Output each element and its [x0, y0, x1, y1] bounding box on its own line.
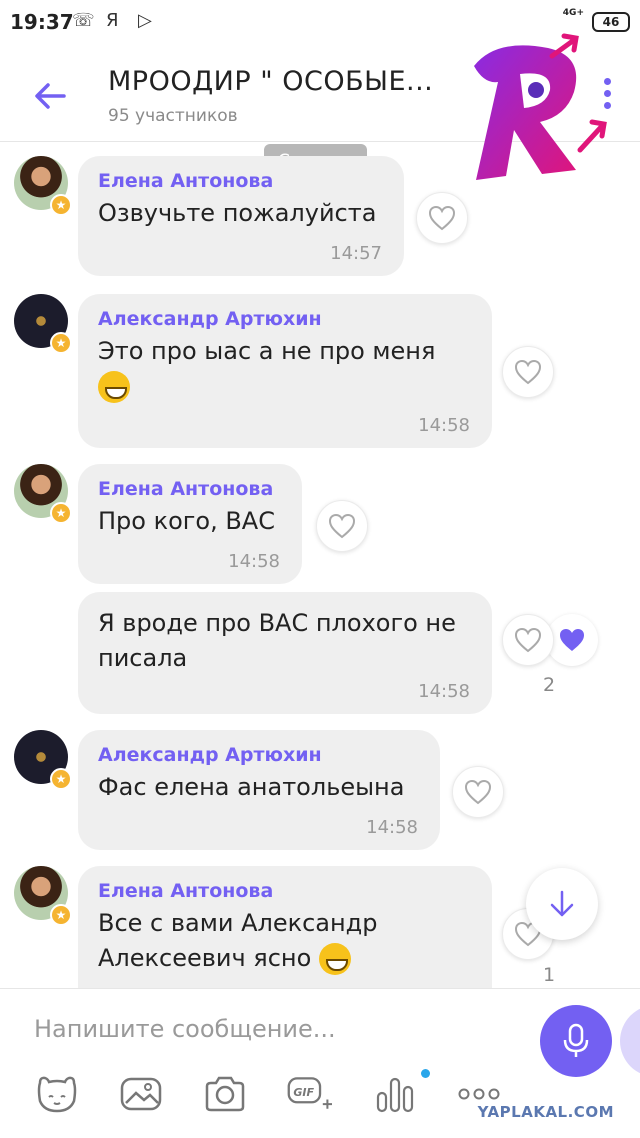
gallery-icon — [120, 1077, 162, 1111]
like-count: 2 — [543, 674, 556, 696]
network-indicator: 4G+ — [562, 8, 584, 18]
yandex-status-icon: Я — [106, 10, 119, 31]
star-icon: ★ — [50, 904, 72, 926]
avatar[interactable]: ★ — [14, 866, 72, 926]
sticker-button[interactable] — [34, 1073, 80, 1115]
avatar[interactable]: ★ — [14, 464, 72, 524]
smile-emoji-icon — [318, 943, 351, 975]
heart-icon — [328, 513, 356, 539]
svg-text:GIF: GIF — [293, 1086, 314, 1099]
message-time: 14:58 — [366, 817, 418, 838]
voice-message-button[interactable] — [540, 1005, 612, 1077]
like-button[interactable] — [316, 500, 368, 552]
back-button[interactable] — [30, 76, 70, 116]
message-text: Это про ыас а не про меня — [98, 337, 436, 365]
heart-icon — [514, 359, 542, 385]
message-time: 14:58 — [228, 551, 280, 572]
message-bubble[interactable]: Я вроде про ВАС плохого не писала 14:58 — [78, 592, 492, 714]
gif-button[interactable]: GIF — [286, 1073, 332, 1115]
message-bubble[interactable]: Александр Артюхин Фас елена анатольеына … — [78, 730, 440, 850]
heart-icon — [464, 779, 492, 805]
like-button[interactable] — [416, 192, 468, 244]
heart-icon — [428, 205, 456, 231]
message-sender[interactable]: Александр Артюхин — [98, 744, 420, 766]
scroll-down-button[interactable] — [526, 868, 598, 940]
like-count: 1 — [543, 964, 556, 986]
new-feature-badge — [421, 1069, 430, 1078]
avatar[interactable]: ★ — [14, 294, 72, 354]
camera-button[interactable] — [202, 1073, 248, 1115]
avatar[interactable]: ★ — [14, 156, 72, 216]
brand-logo — [474, 33, 607, 180]
message-bubble[interactable]: Александр Артюхин Это про ыас а не про м… — [78, 294, 492, 448]
like-button[interactable] — [452, 766, 504, 818]
battery-indicator: 46 — [592, 12, 630, 32]
message-sender[interactable]: Елена Антонова — [98, 880, 472, 902]
chat-title[interactable]: МРООДИР " ОСОБЫЕ... — [108, 66, 433, 97]
like-button[interactable] — [502, 614, 554, 666]
message-bubble[interactable]: Елена Антонова Озвучьте пожалуйста 14:57 — [78, 156, 404, 276]
message-composer: Напишите сообщение... GIF YAPLAKAL.COM — [0, 988, 640, 1138]
heart-filled-icon — [560, 629, 584, 651]
message-text: Все с вами Александр Алексеевич ясно — [98, 906, 398, 976]
message-text: Про кого, ВАС — [98, 507, 275, 535]
message-sender[interactable]: Елена Антонова — [98, 478, 282, 500]
watermark: YAPLAKAL.COM — [477, 1103, 614, 1121]
camera-icon — [205, 1076, 245, 1112]
gif-icon: GIF — [287, 1077, 332, 1109]
message-time: 14:58 — [418, 415, 470, 436]
message-time: 14:58 — [418, 681, 470, 702]
gallery-button[interactable] — [118, 1073, 164, 1115]
star-icon: ★ — [50, 768, 72, 790]
play-status-icon: ▷ — [138, 10, 152, 31]
message-time: 14:57 — [330, 243, 382, 264]
star-icon: ★ — [50, 502, 72, 524]
message-text: Озвучьте пожалуйста — [98, 199, 377, 227]
message-text: Фас елена анатольеына — [98, 773, 405, 801]
avatar[interactable]: ★ — [14, 730, 72, 790]
star-icon: ★ — [50, 332, 72, 354]
status-time: 19:37 — [10, 10, 74, 34]
message-bubble[interactable]: Елена Антонова Про кого, ВАС 14:58 — [78, 464, 302, 584]
grin-emoji-icon — [98, 371, 130, 403]
message-sender[interactable]: Александр Артюхин — [98, 308, 472, 330]
microphone-icon — [563, 1023, 589, 1057]
poll-icon — [376, 1077, 414, 1113]
like-button[interactable] — [502, 346, 554, 398]
scroll-down-icon — [550, 890, 574, 917]
star-icon: ★ — [50, 194, 72, 216]
message-bubble[interactable]: Елена Антонова Все с вами Александр Алек… — [78, 866, 492, 988]
participants-count: 95 участников — [108, 106, 238, 126]
expand-panel[interactable] — [620, 1005, 640, 1077]
viber-status-icon: ☏ — [72, 10, 95, 31]
message-sender[interactable]: Елена Антонова — [98, 170, 384, 192]
back-arrow-icon — [35, 83, 66, 109]
message-text: Я вроде про ВАС плохого не писала — [98, 609, 456, 672]
poll-button[interactable] — [372, 1073, 418, 1115]
sticker-icon — [37, 1076, 77, 1113]
message-input[interactable]: Напишите сообщение... — [34, 1015, 336, 1043]
heart-icon — [514, 627, 542, 653]
